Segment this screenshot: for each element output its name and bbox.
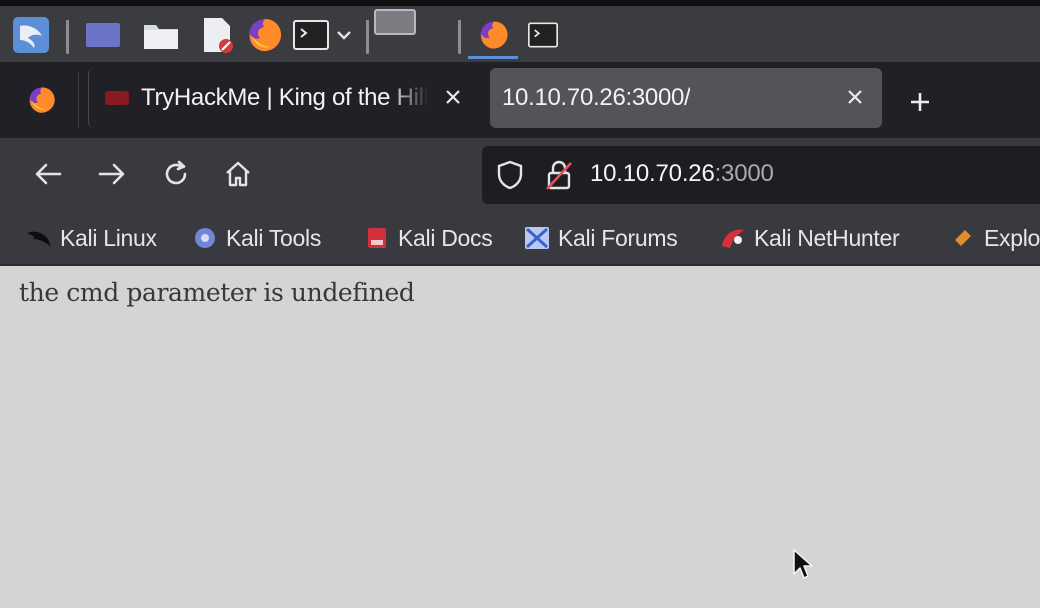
close-tab-icon[interactable] xyxy=(438,82,468,112)
workspace-icon[interactable] xyxy=(84,16,122,54)
home-button[interactable] xyxy=(218,154,258,194)
tab-title: 10.10.70.26:3000/ xyxy=(502,84,691,111)
window-icon[interactable] xyxy=(374,8,416,36)
exploit-db-icon xyxy=(950,225,976,251)
bookmark-kali-docs[interactable]: Kali Docs xyxy=(364,222,493,254)
active-task-indicator xyxy=(468,56,518,59)
kali-tools-icon xyxy=(192,225,218,251)
page-body-text: the cmd parameter is undefined xyxy=(19,278,415,307)
url-text[interactable]: 10.10.70.26:3000 xyxy=(590,160,774,188)
bookmark-kali-tools[interactable]: Kali Tools xyxy=(192,222,321,254)
arrow-right-icon xyxy=(98,163,125,185)
kali-nethunter-icon xyxy=(720,225,746,251)
terminal-icon[interactable] xyxy=(292,16,330,54)
new-tab-button[interactable] xyxy=(900,82,940,122)
tab-tryhackme[interactable]: TryHackMe | King of the Hill xyxy=(88,68,474,128)
bookmark-kali-linux[interactable]: Kali Linux xyxy=(26,222,157,254)
firefox-icon xyxy=(29,87,55,113)
tab-title: TryHackMe | King of the Hill xyxy=(141,84,429,111)
tab-strip: TryHackMe | King of the Hill 10.10.70.26… xyxy=(0,62,1040,138)
firefox-task-icon[interactable] xyxy=(472,16,516,54)
tab-active-page[interactable]: 10.10.70.26:3000/ xyxy=(490,68,882,128)
kali-dragon-icon xyxy=(26,225,52,251)
kali-menu-icon[interactable] xyxy=(12,16,50,54)
page-content: the cmd parameter is undefined xyxy=(0,266,1040,608)
firefox-icon[interactable] xyxy=(246,16,284,54)
kali-top-panel xyxy=(0,0,1040,62)
arrow-left-icon xyxy=(35,163,62,185)
navigation-toolbar: 10.10.70.26:3000 xyxy=(0,138,1040,212)
tryhackme-favicon-icon xyxy=(103,87,131,109)
url-host: 10.10.70.26 xyxy=(590,160,715,187)
file-manager-icon[interactable] xyxy=(142,16,180,54)
insecure-lock-icon[interactable] xyxy=(544,159,574,195)
forward-button[interactable] xyxy=(92,154,132,194)
screen: TryHackMe | King of the Hill 10.10.70.26… xyxy=(0,0,1040,608)
mouse-cursor-icon xyxy=(793,549,813,579)
kali-forums-icon xyxy=(524,225,550,251)
url-bar[interactable]: 10.10.70.26:3000 xyxy=(482,146,1040,204)
reload-button[interactable] xyxy=(156,154,196,194)
terminal-task-icon[interactable] xyxy=(524,16,562,54)
shield-icon[interactable] xyxy=(496,160,524,194)
bookmark-kali-forums[interactable]: Kali Forums xyxy=(524,222,678,254)
reload-icon xyxy=(165,160,187,185)
url-port: :3000 xyxy=(714,160,774,187)
text-editor-icon[interactable] xyxy=(198,16,236,54)
home-icon xyxy=(226,161,250,187)
plus-icon xyxy=(911,93,929,111)
kali-docs-icon xyxy=(364,225,390,251)
bookmarks-toolbar: Kali Linux Kali Tools Kali Docs Kali For… xyxy=(0,212,1040,266)
bookmark-kali-nethunter[interactable]: Kali NetHunter xyxy=(720,222,900,254)
dropdown-icon[interactable] xyxy=(330,16,358,54)
firefox-view-button[interactable] xyxy=(6,72,79,128)
panel-separator xyxy=(366,20,369,54)
close-tab-icon[interactable] xyxy=(840,82,870,112)
panel-separator xyxy=(66,20,69,54)
back-button[interactable] xyxy=(28,154,68,194)
bookmark-exploit-db[interactable]: Exploit-DB xyxy=(950,222,1040,254)
panel-separator xyxy=(458,20,461,54)
